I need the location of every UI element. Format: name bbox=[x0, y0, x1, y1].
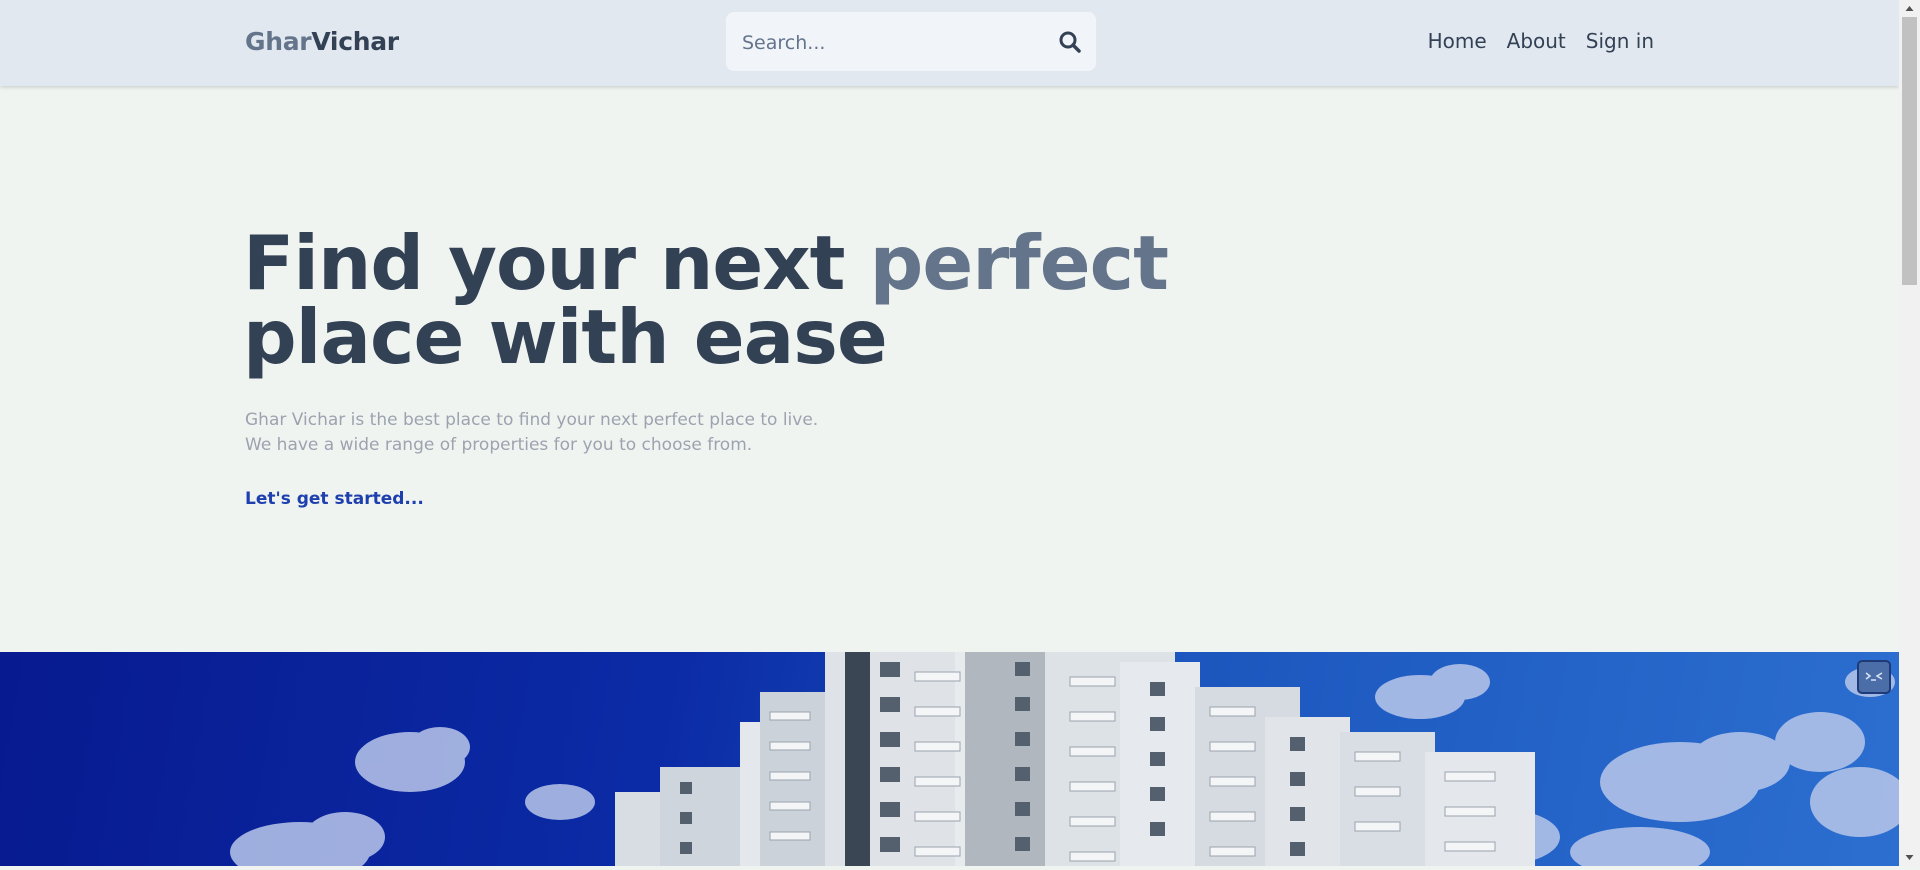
devtools-toggle-button[interactable] bbox=[1857, 660, 1891, 694]
nav-about-link[interactable]: About bbox=[1507, 29, 1566, 53]
scroll-up-arrow-icon[interactable] bbox=[1899, 0, 1920, 17]
vertical-scrollbar[interactable] bbox=[1899, 0, 1920, 866]
main-nav: Home About Sign in bbox=[1428, 29, 1654, 53]
site-logo[interactable]: GharVichar bbox=[245, 27, 399, 56]
search-box bbox=[726, 12, 1096, 73]
page-viewport: GharVichar Home About Sign in Find your … bbox=[0, 0, 1899, 866]
logo-part-vichar: Vichar bbox=[311, 27, 399, 56]
logo-part-ghar: Ghar bbox=[245, 27, 312, 56]
hero-title-accent: perfect bbox=[869, 219, 1169, 307]
search-input[interactable] bbox=[740, 12, 1044, 73]
scroll-down-arrow-icon[interactable] bbox=[1899, 849, 1920, 866]
scrollbar-thumb[interactable] bbox=[1902, 17, 1917, 285]
hero-banner-image bbox=[0, 652, 1899, 866]
nav-home-link[interactable]: Home bbox=[1428, 29, 1487, 53]
search-icon[interactable] bbox=[1058, 30, 1082, 54]
hero-title-line2: place with ease bbox=[243, 293, 888, 381]
hero-title: Find your next perfect place with ease bbox=[243, 226, 1169, 375]
site-header: GharVichar Home About Sign in bbox=[0, 0, 1899, 86]
apartment-buildings-illustration bbox=[230, 652, 1899, 866]
hero-subtitle: Ghar Vichar is the best place to find yo… bbox=[245, 408, 818, 458]
hero-subtitle-line2: We have a wide range of properties for y… bbox=[245, 435, 753, 455]
get-started-link[interactable]: Let's get started... bbox=[245, 489, 424, 509]
hero-subtitle-line1: Ghar Vichar is the best place to find yo… bbox=[245, 410, 819, 430]
nav-sign-in-link[interactable]: Sign in bbox=[1586, 29, 1654, 53]
terminal-icon bbox=[1865, 672, 1883, 681]
